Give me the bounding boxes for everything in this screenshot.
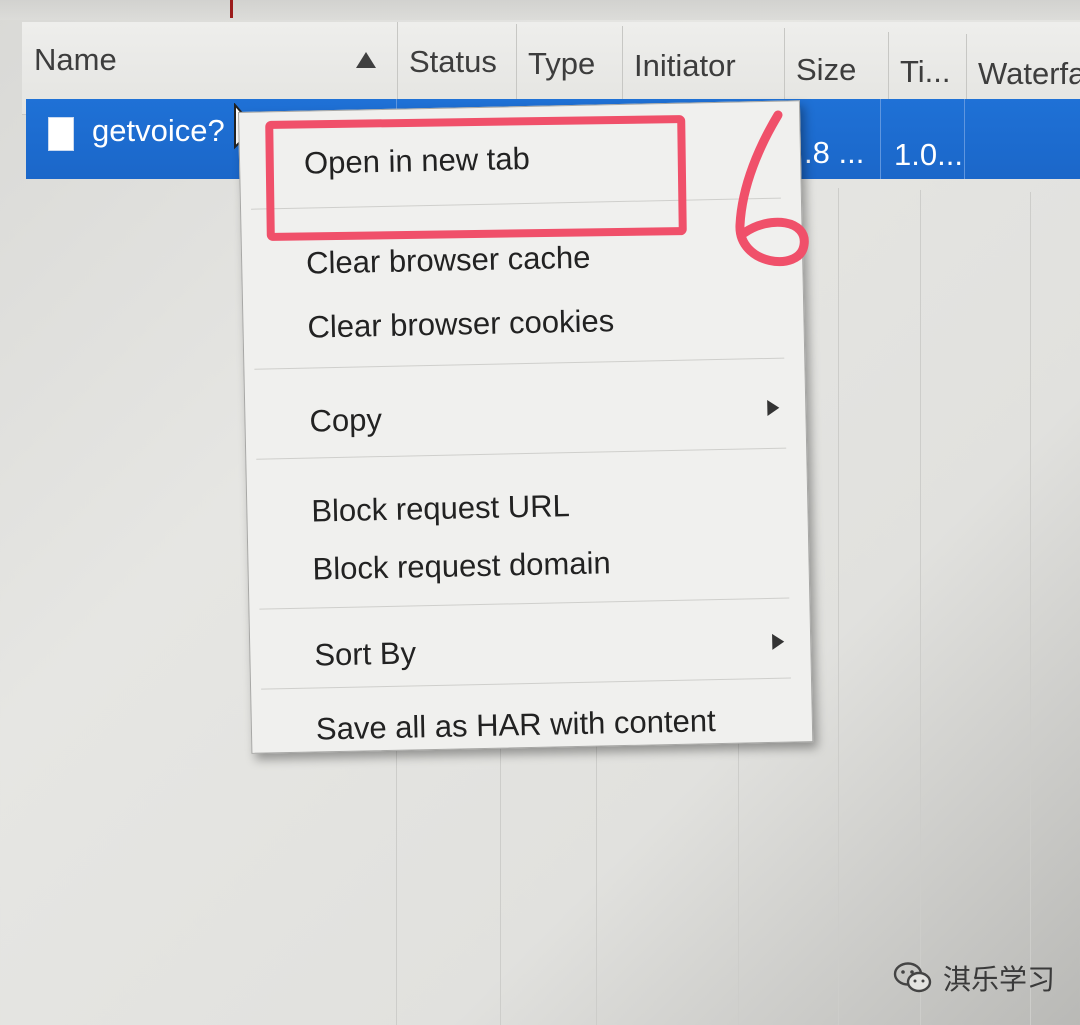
wechat-icon <box>893 962 932 993</box>
menu-item-clear-browser-cookies[interactable]: Clear browser cookies <box>307 303 614 345</box>
menu-item-clear-browser-cache[interactable]: Clear browser cache <box>306 240 591 282</box>
submenu-arrow-icon <box>772 633 785 650</box>
submenu-arrow-icon <box>767 399 780 416</box>
menu-item-block-request-domain[interactable]: Block request domain <box>312 545 611 587</box>
menu-separator <box>261 677 791 690</box>
annotation-highlight-box <box>265 115 687 241</box>
menu-separator <box>254 357 785 370</box>
grid-line <box>1030 192 1031 1025</box>
column-header-time-label: Ti... <box>900 54 951 89</box>
column-header-status-label: Status <box>409 44 497 79</box>
column-header-waterfall-label: Waterfa <box>978 56 1080 91</box>
cell-time: 1.0... <box>880 99 965 179</box>
toolbar-marker <box>230 0 233 18</box>
menu-item-sort-by[interactable]: Sort By <box>314 635 416 673</box>
column-header-name-label: Name <box>34 42 117 77</box>
grid-line <box>838 188 839 1025</box>
menu-separator <box>259 597 790 610</box>
column-header-initiator-label: Initiator <box>634 48 736 83</box>
request-time: 1.0... <box>894 137 963 172</box>
grid-line <box>920 190 921 1025</box>
column-header-size-label: Size <box>796 52 857 87</box>
toolbar-strip <box>0 0 1080 20</box>
sort-ascending-icon[interactable] <box>356 52 376 68</box>
request-name: getvoice? <box>92 113 225 148</box>
menu-item-block-request-url[interactable]: Block request URL <box>311 488 570 529</box>
watermark-text: 淇乐学习 <box>943 963 1056 996</box>
menu-item-save-all-as-har[interactable]: Save all as HAR with content <box>316 703 716 747</box>
menu-separator <box>256 447 787 460</box>
annotation-step-number <box>735 110 809 267</box>
file-icon <box>48 117 74 151</box>
menu-item-copy[interactable]: Copy <box>309 402 382 440</box>
watermark: 淇乐学习 <box>893 958 1055 998</box>
devtools-network-panel: Name Status Type Initiator Size Ti... Wa… <box>0 0 1080 1025</box>
column-header-type-label: Type <box>528 46 596 81</box>
